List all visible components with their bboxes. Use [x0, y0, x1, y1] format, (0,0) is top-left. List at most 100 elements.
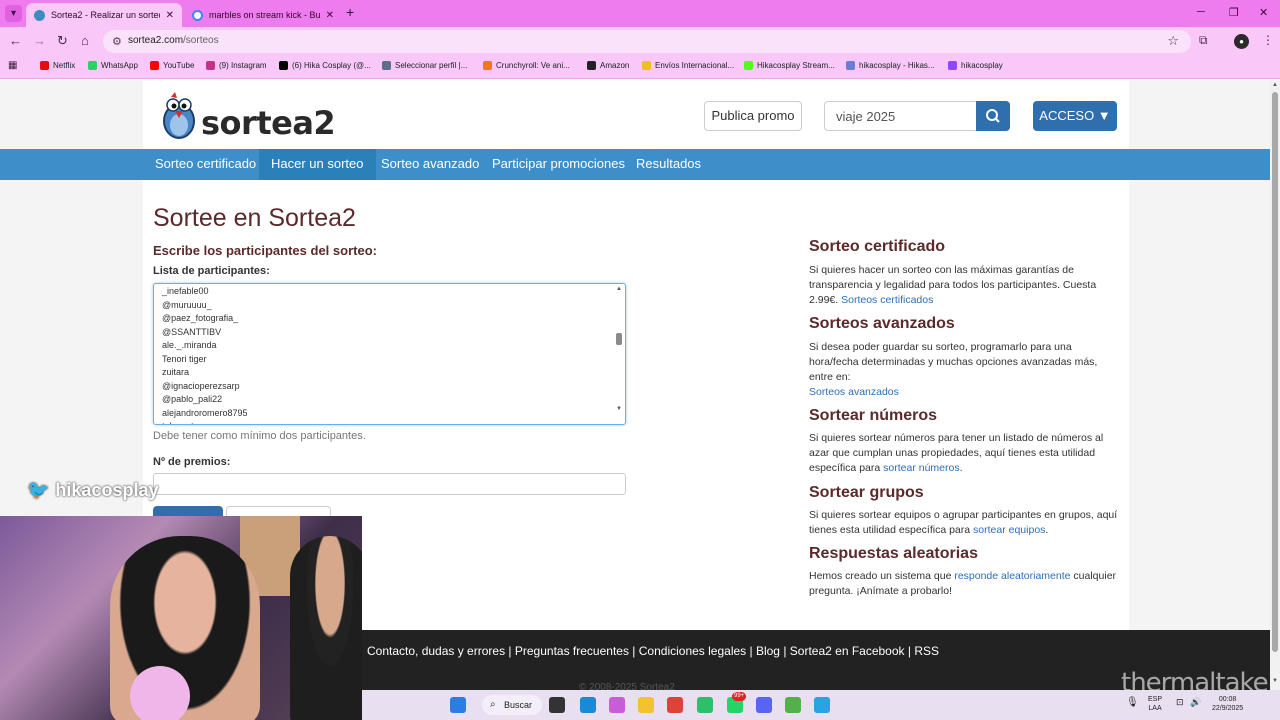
- bookmark-star-icon[interactable]: ☆: [1167, 33, 1179, 49]
- profile-avatar[interactable]: ●: [1234, 34, 1249, 49]
- app-green-icon[interactable]: [697, 697, 713, 713]
- chrome-icon[interactable]: [667, 697, 683, 713]
- textarea-scrollbar[interactable]: ▲ ▼: [614, 285, 624, 423]
- page-scrollbar[interactable]: ▲ ▼: [1270, 80, 1280, 690]
- windows-start-icon[interactable]: [450, 697, 466, 713]
- task-view-icon[interactable]: [549, 697, 565, 713]
- close-tab-icon[interactable]: ✕: [326, 10, 334, 21]
- game-app-icon[interactable]: [785, 697, 801, 713]
- publica-promo-button[interactable]: Publica promo: [704, 101, 802, 131]
- sortea2-favicon-icon: [34, 9, 45, 21]
- bookmark-instagram[interactable]: (9) Instagram: [206, 61, 267, 70]
- textarea-scroll-up-icon[interactable]: ▲: [616, 286, 622, 292]
- participants-textarea[interactable]: _inefable00 @muruuuu_ @paez_fotografia_ …: [153, 283, 626, 425]
- bookmark-x[interactable]: (6) Hika Cosplay (@...: [279, 61, 371, 70]
- menu-participar-promociones[interactable]: Participar promociones: [480, 149, 637, 180]
- address-bar[interactable]: ⚙ sortea2.com/sorteos ☆: [103, 30, 1191, 53]
- acceso-button[interactable]: ACCESO ▼: [1033, 101, 1117, 131]
- minimize-icon[interactable]: ─: [1197, 6, 1205, 18]
- tab-google-search[interactable]: marbles on stream kick - Busca ✕: [184, 3, 342, 27]
- telegram-icon[interactable]: [814, 697, 830, 713]
- microphone-icon[interactable]: 🎙: [1126, 698, 1139, 708]
- sidebar-text-grupos: Si quieres sortear equipos o agrupar par…: [809, 509, 1118, 536]
- language-indicator[interactable]: ESP LAA: [1148, 695, 1162, 713]
- search-icon: [986, 109, 1000, 123]
- textarea-scroll-thumb[interactable]: [616, 333, 622, 345]
- sidebar-heading-avanzados: Sorteos avanzados: [809, 315, 955, 332]
- prizes-input[interactable]: [153, 473, 626, 495]
- link-sortear-equipos[interactable]: sortear equipos: [973, 524, 1045, 536]
- bookmark-whatsapp[interactable]: WhatsApp: [88, 61, 138, 70]
- prizes-label: Nº de premios:: [153, 456, 231, 468]
- menu-hacer-un-sorteo[interactable]: Hacer un sorteo: [259, 149, 376, 180]
- scrollbar-thumb[interactable]: [1272, 92, 1278, 652]
- participant-line: @pablo_pali22: [162, 394, 223, 404]
- file-explorer-icon[interactable]: [638, 697, 654, 713]
- sortea2-logo-text[interactable]: sortea2: [201, 104, 336, 142]
- menu-sorteo-avanzado[interactable]: Sorteo avanzado: [369, 149, 491, 180]
- participant-line: @paez_fotografia_: [162, 313, 239, 323]
- x-icon: [279, 61, 288, 70]
- menu-sorteo-certificado[interactable]: Sorteo certificado: [143, 149, 268, 180]
- link-sorteos-avanzados[interactable]: Sorteos avanzados: [809, 386, 899, 398]
- bookmark-netflix[interactable]: Netflix: [40, 61, 75, 70]
- hikas-icon: [846, 61, 855, 70]
- search-input[interactable]: [824, 101, 977, 131]
- bookmark-envios[interactable]: Envíos Internacional...: [642, 61, 734, 70]
- network-icon[interactable]: ⊡: [1176, 698, 1184, 707]
- site-info-icon[interactable]: ⚙: [112, 35, 122, 48]
- tab-sortea2[interactable]: Sortea2 - Realizar un sorteo ✕: [26, 3, 182, 27]
- sidebar-heading-grupos: Sortear grupos: [809, 484, 924, 501]
- footer-link-rss[interactable]: RSS: [914, 644, 939, 658]
- copilot-icon[interactable]: [609, 697, 625, 713]
- participants-label: Lista de participantes:: [153, 265, 270, 277]
- participant-line: Tenori tiger: [162, 353, 207, 364]
- footer-link-contacto[interactable]: Contacto, dudas y errores: [367, 644, 505, 658]
- footer-link-blog[interactable]: Blog: [756, 644, 780, 658]
- bookmark-amazon[interactable]: Amazon: [587, 61, 629, 70]
- link-responde-aleatoriamente[interactable]: responde aleatoriamente: [954, 570, 1070, 582]
- sidebar-heading-certificado: Sorteo certificado: [809, 238, 946, 255]
- volume-icon[interactable]: 🔊: [1190, 698, 1201, 707]
- restore-icon[interactable]: ❐: [1229, 6, 1239, 19]
- apps-grid-icon[interactable]: ▦: [8, 60, 17, 71]
- extensions-icon[interactable]: ⧉: [1199, 33, 1208, 48]
- webcam-microphone: [130, 666, 190, 720]
- whatsapp-icon: [88, 61, 97, 70]
- bookmark-seleccionar-perfil[interactable]: Seleccionar perfil |...: [382, 61, 467, 70]
- discord-icon[interactable]: [756, 697, 772, 713]
- textarea-scroll-down-icon[interactable]: ▼: [616, 406, 622, 412]
- search-button[interactable]: [976, 101, 1010, 131]
- edge-icon[interactable]: [580, 697, 596, 713]
- menu-resultados[interactable]: Resultados: [624, 149, 713, 180]
- footer-link-condiciones[interactable]: Condiciones legales: [639, 644, 746, 658]
- back-icon[interactable]: ←: [9, 33, 22, 48]
- instagram-icon: [206, 61, 215, 70]
- bookmark-twitch[interactable]: hikacosplay: [948, 61, 1003, 70]
- footer-link-faq[interactable]: Preguntas frecuentes: [515, 644, 629, 658]
- browser-menu-icon[interactable]: ⋮: [1262, 33, 1274, 47]
- new-tab-icon[interactable]: +: [346, 4, 354, 20]
- profile-select-icon: [382, 61, 391, 70]
- close-tab-icon[interactable]: ✕: [166, 10, 174, 21]
- footer-link-facebook[interactable]: Sortea2 en Facebook: [790, 644, 905, 658]
- link-sorteos-certificados[interactable]: Sorteos certificados: [841, 294, 933, 306]
- scroll-down-icon[interactable]: ▼: [1272, 678, 1278, 684]
- link-sortear-numeros[interactable]: sortear números: [883, 462, 959, 474]
- tab-search-menu-icon[interactable]: ▾: [5, 5, 22, 22]
- scroll-up-icon[interactable]: ▲: [1272, 82, 1278, 88]
- taskbar-search[interactable]: ⌕ Buscar: [482, 695, 542, 715]
- footer-links: Contacto, dudas y errores | Preguntas fr…: [367, 644, 940, 658]
- sidebar-text-numeros: Si quieres sortear números para tener un…: [809, 432, 1104, 474]
- bookmark-hikas[interactable]: hikacosplay - Hikas...: [846, 61, 935, 70]
- reload-icon[interactable]: ↻: [57, 33, 68, 49]
- clock[interactable]: 00:08 22/9/2025: [1212, 695, 1243, 713]
- crunchyroll-icon: [483, 61, 492, 70]
- close-window-icon[interactable]: ✕: [1259, 6, 1268, 19]
- bookmark-youtube[interactable]: YouTube: [150, 61, 194, 70]
- forward-icon[interactable]: →: [33, 33, 46, 48]
- bookmarks-bar: ▦ Netflix WhatsApp YouTube (9) Instagram…: [0, 55, 1280, 79]
- bookmark-kick[interactable]: Hikacosplay Stream...: [744, 61, 835, 70]
- bookmark-crunchyroll[interactable]: Crunchyroll: Ve ani...: [483, 61, 570, 70]
- home-icon[interactable]: ⌂: [81, 33, 89, 48]
